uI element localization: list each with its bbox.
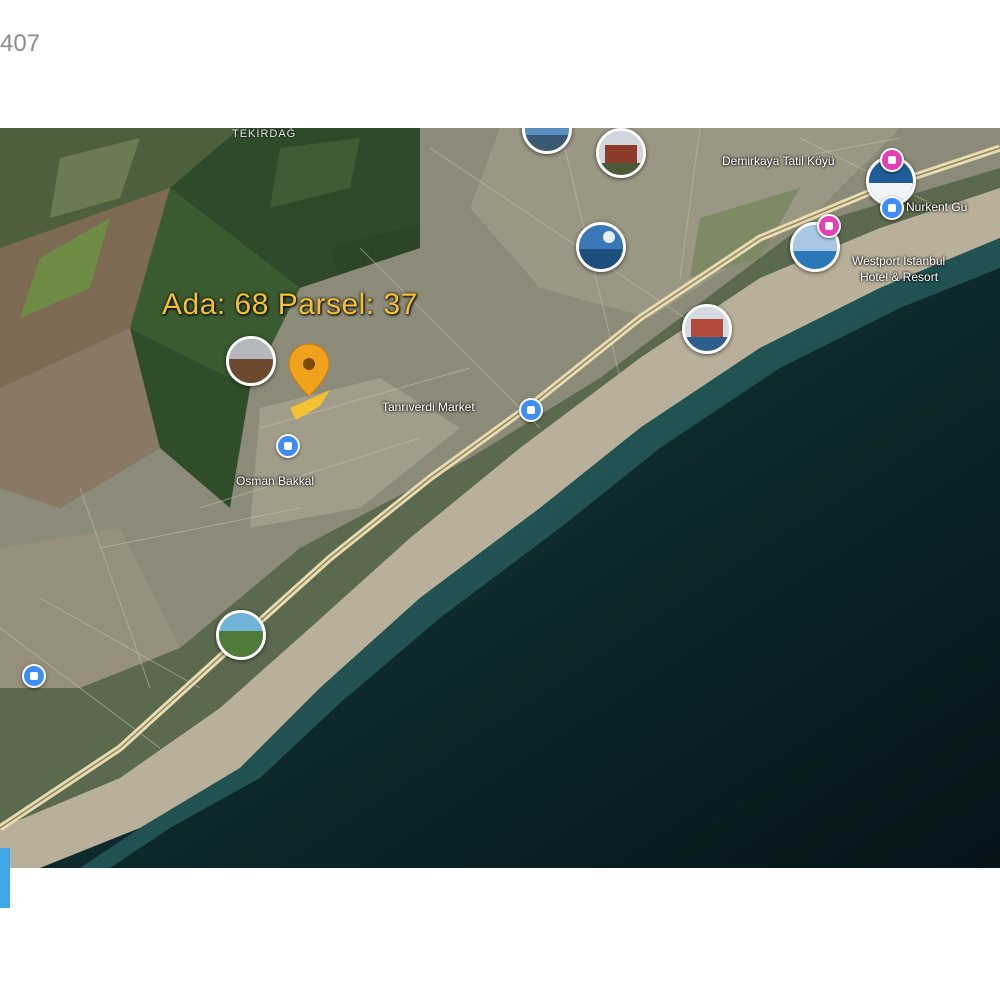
westport-label-line1: Westport Istanbul bbox=[852, 254, 946, 268]
osman-bakkal-marker-icon[interactable] bbox=[276, 434, 300, 458]
demirkaya-label: Demirkaya Tatil Köyü bbox=[722, 154, 835, 168]
side-marker bbox=[0, 848, 10, 908]
tanriverdi-market-marker-icon[interactable] bbox=[519, 398, 543, 422]
nurkent-marker-icon[interactable] bbox=[880, 196, 904, 220]
nurkent-label: Nurkent Gü bbox=[906, 200, 968, 214]
photo-marker-field[interactable] bbox=[226, 336, 276, 386]
tanriverdi-label: Tanrıverdi Market bbox=[382, 400, 475, 414]
satellite-map[interactable]: TEKİRDAĞ Ada: 68 Parsel: 37 Demirkaya Ta… bbox=[0, 128, 1000, 868]
satellite-imagery bbox=[0, 128, 1000, 868]
osman-bakkal-label: Osman Bakkal bbox=[236, 474, 315, 488]
left-poi-marker-icon[interactable] bbox=[22, 664, 46, 688]
westport-label-line2: Hotel & Resort bbox=[860, 270, 939, 284]
demirkaya-hotel-marker-icon[interactable] bbox=[880, 148, 904, 172]
parcel-label: Ada: 68 Parsel: 37 bbox=[162, 288, 418, 321]
listing-id-fragment: 407 bbox=[0, 30, 41, 57]
photo-marker-sea[interactable] bbox=[576, 222, 626, 272]
photo-marker-coast[interactable] bbox=[682, 304, 732, 354]
location-pin-icon[interactable] bbox=[287, 342, 331, 403]
photo-marker-building[interactable] bbox=[596, 128, 646, 178]
westport-hotel-marker-icon[interactable] bbox=[817, 214, 841, 238]
tekirdag-road-label: TEKİRDAĞ bbox=[232, 128, 297, 140]
photo-marker-shore[interactable] bbox=[216, 610, 266, 660]
